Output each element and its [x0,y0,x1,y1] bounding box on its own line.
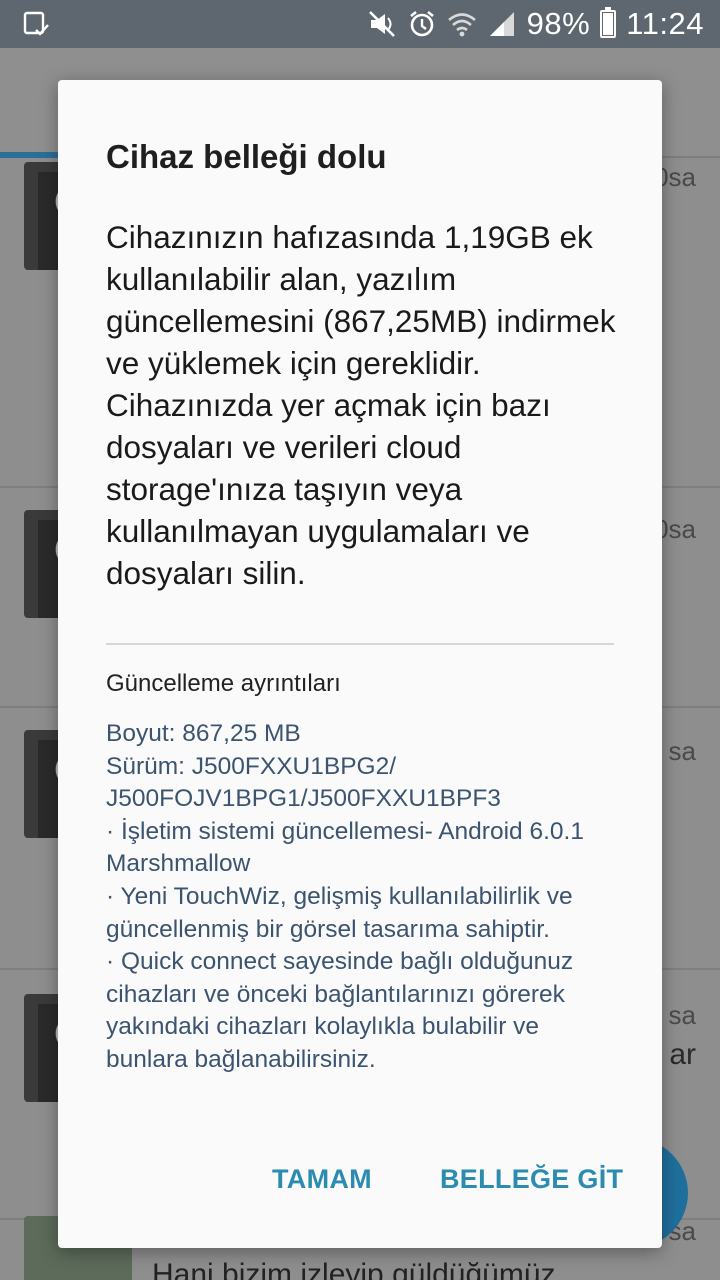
status-bar: 98% 11:24 [0,0,720,48]
detail-os-update: · İşletim sistemi güncellemesi- Android … [106,817,591,878]
background-item-title: Hani bizim izleyip güldüğümüz [152,1258,556,1280]
clock: 11:24 [626,6,704,41]
details-title: Güncelleme ayrıntıları [106,670,341,697]
detail-version: Sürüm: J500FXXU1BPG2/ [106,752,397,780]
background-tab-indicator [0,152,60,158]
detail-quick-connect: · Quick connect sayesinde bağlı olduğunu… [106,948,580,1073]
side-label-extra: ar [669,1038,696,1071]
mute-icon [368,11,395,37]
go-to-storage-button[interactable]: BELLEĞE GİT [440,1164,623,1195]
signal-icon [489,12,514,36]
alarm-icon [409,10,434,37]
dialog-title: Cihaz belleği dolu [106,138,387,175]
side-label: sa [668,736,696,766]
screenshot-icon [23,11,49,36]
dialog-actions: TAMAM BELLEĞE GİT [58,1156,662,1210]
detail-touchwiz: · Yeni TouchWiz, gelişmiş kullanılabilir… [106,882,580,943]
ok-button[interactable]: TAMAM [272,1164,372,1195]
detail-version-cont: J500FOJV1BPG1/J500FXXU1BPF3 [106,785,501,813]
dialog-message: Cihazınızın hafızasında 1,19GB ek kullan… [106,219,616,591]
storage-full-dialog: Cihaz belleği dolu Cihazınızın hafızasın… [58,80,662,1248]
battery-percent: 98% [526,6,591,41]
detail-size: Boyut: 867,25 MB [106,720,301,747]
wifi-icon [447,13,476,37]
side-label: sa [668,1000,696,1030]
details-list[interactable]: Boyut: 867,25 MB Sürüm: J500FXXU1BPG2/ J… [106,718,626,1143]
battery-icon [600,7,617,38]
divider [106,643,614,645]
